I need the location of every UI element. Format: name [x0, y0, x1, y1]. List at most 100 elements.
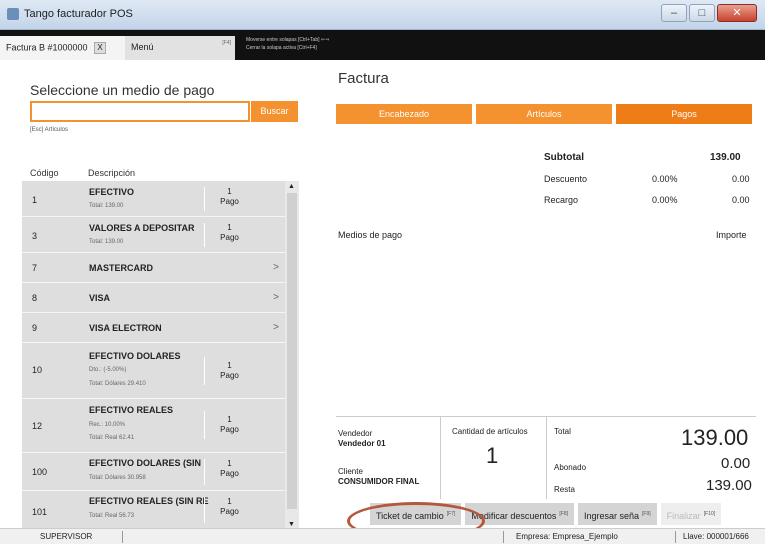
- tab-menu[interactable]: Menú [F4]: [125, 36, 235, 60]
- list-item[interactable]: 3 VALORES A DEPOSITAR Total: 139.00 1 Pa…: [22, 217, 285, 253]
- row-detail: Total: Real 62.41: [89, 435, 135, 441]
- row-detail: Rec.: 10.00%: [89, 422, 126, 428]
- abonado-value: 0.00: [721, 455, 751, 472]
- descuento-value: 0.00: [732, 174, 750, 184]
- recargo-label: Recargo: [544, 195, 579, 205]
- row-description: MASTERCARD: [89, 263, 153, 273]
- tab-bar: Factura B #1000000 X Menú [F4] Moverse e…: [0, 30, 765, 60]
- chevron-right-icon: >: [273, 262, 279, 273]
- list-scrollbar[interactable]: ▲ ▼: [285, 181, 299, 530]
- tab-articulos[interactable]: Artículos: [476, 104, 612, 124]
- tab-menu-label: Menú: [131, 42, 154, 52]
- list-item[interactable]: 8 VISA >: [22, 283, 285, 313]
- list-item[interactable]: 101 EFECTIVO REALES (SIN RE Total: Real …: [22, 491, 285, 530]
- pago-label: Pago: [220, 469, 239, 478]
- resta-value: 139.00: [706, 477, 752, 494]
- row-code: 100: [32, 467, 48, 477]
- row-code: 1: [32, 195, 38, 205]
- payment-search-input[interactable]: [30, 101, 250, 122]
- close-button[interactable]: ✕: [717, 4, 757, 22]
- importe-label: Importe: [716, 230, 747, 240]
- maximize-button[interactable]: □: [689, 4, 715, 22]
- row-description: EFECTIVO REALES: [89, 405, 174, 415]
- cantidad-label: Cantidad de artículos: [452, 427, 528, 436]
- recargo-pct: 0.00%: [652, 195, 678, 205]
- app-icon: [7, 8, 19, 20]
- row-description: EFECTIVO DOLARES: [89, 351, 181, 361]
- cantidad-value: 1: [486, 443, 499, 468]
- action-key: [F8]: [559, 511, 568, 517]
- row-detail: Total: Real 56.73: [89, 513, 135, 519]
- row-description: VISA ELECTRON: [89, 323, 162, 333]
- recargo-value: 0.00: [732, 195, 750, 205]
- subtotal-value: 139.00: [710, 152, 741, 163]
- ingresar-sena-button[interactable]: Ingresar seña [F9]: [578, 503, 657, 525]
- cliente-label: Cliente: [338, 467, 363, 476]
- row-code: 9: [32, 323, 38, 333]
- row-code: 10: [32, 365, 43, 375]
- resta-label: Resta: [554, 485, 575, 494]
- tab-pagos[interactable]: Pagos: [616, 104, 752, 124]
- invoice-heading: Factura: [338, 70, 389, 87]
- abonado-label: Abonado: [554, 463, 587, 472]
- subtotal-label: Subtotal: [544, 152, 584, 163]
- list-item[interactable]: 100 EFECTIVO DOLARES (SIN Total: Dólares…: [22, 453, 285, 491]
- row-detail: Total: Dólares 30.958: [89, 475, 146, 481]
- tab-menu-key: [F4]: [222, 40, 231, 46]
- window-controls: – □ ✕: [661, 4, 757, 22]
- row-description: VALORES A DEPOSITAR: [89, 223, 195, 233]
- vendedor-label: Vendedor: [338, 429, 373, 438]
- window-title: Tango facturador POS: [24, 8, 133, 20]
- action-key: [F9]: [642, 511, 651, 517]
- pago-count: 1: [227, 415, 232, 424]
- divider: [675, 531, 676, 543]
- minimize-button[interactable]: –: [661, 4, 687, 22]
- tab-factura-label: Factura B #1000000: [6, 42, 88, 53]
- payment-heading: Seleccione un medio de pago: [30, 82, 215, 98]
- descuento-label: Descuento: [544, 174, 588, 184]
- divider: [546, 417, 547, 499]
- list-item[interactable]: 1 EFECTIVO Total: 139.00 1 Pago: [22, 181, 285, 217]
- row-code: 7: [32, 263, 38, 273]
- row-pago: 1 Pago: [204, 357, 254, 385]
- row-description: EFECTIVO: [89, 187, 135, 197]
- pago-label: Pago: [220, 425, 239, 434]
- column-header-code: Código: [30, 168, 59, 178]
- list-item[interactable]: 12 EFECTIVO REALES Rec.: 10.00% Total: R…: [22, 399, 285, 453]
- list-item[interactable]: 7 MASTERCARD >: [22, 253, 285, 283]
- close-tab-icon[interactable]: X: [94, 42, 107, 54]
- pago-count: 1: [227, 459, 232, 468]
- row-pago: 1 Pago: [204, 223, 254, 247]
- status-llave: Llave: 000001/666: [683, 532, 749, 541]
- payment-selector-panel: Seleccione un medio de pago Buscar [Esc]…: [0, 60, 300, 532]
- pago-label: Pago: [220, 197, 239, 206]
- invoice-summary: Vendedor Vendedor 01 Cliente CONSUMIDOR …: [336, 416, 756, 499]
- title-bar: Tango facturador POS – □ ✕: [0, 0, 765, 30]
- chevron-right-icon: >: [273, 292, 279, 303]
- tab-hint-line: Moverse entre solapas [Ctrl+Tab] ⇐⇒: [246, 37, 330, 43]
- row-detail: Total: 139.00: [89, 239, 124, 245]
- divider: [503, 531, 504, 543]
- action-label: Ingresar seña: [584, 511, 640, 521]
- list-item[interactable]: 9 VISA ELECTRON >: [22, 313, 285, 343]
- pago-label: Pago: [220, 371, 239, 380]
- medios-label: Medios de pago: [338, 230, 403, 240]
- tab-encabezado[interactable]: Encabezado: [336, 104, 472, 124]
- scroll-thumb[interactable]: [287, 193, 297, 509]
- tab-factura[interactable]: Factura B #1000000 X: [0, 36, 125, 60]
- descuento-pct: 0.00%: [652, 174, 678, 184]
- search-button[interactable]: Buscar: [251, 101, 298, 122]
- row-pago: 1 Pago: [204, 411, 254, 439]
- scroll-up-icon[interactable]: ▲: [288, 183, 295, 190]
- esc-hint: [Esc] Artículos: [30, 127, 69, 133]
- list-item[interactable]: 10 EFECTIVO DOLARES Dto.: (-5.00%) Total…: [22, 343, 285, 399]
- payment-methods-list: 1 EFECTIVO Total: 139.00 1 Pago 3 VALORE…: [22, 181, 285, 530]
- pago-label: Pago: [220, 507, 239, 516]
- finalizar-button[interactable]: Finalizar [F10]: [660, 503, 722, 525]
- divider: [122, 531, 123, 543]
- scroll-down-icon[interactable]: ▼: [288, 521, 295, 528]
- row-code: 101: [32, 507, 48, 517]
- row-pago: 1 Pago: [204, 497, 254, 523]
- row-code: 3: [32, 231, 38, 241]
- row-description: EFECTIVO DOLARES (SIN: [89, 458, 202, 468]
